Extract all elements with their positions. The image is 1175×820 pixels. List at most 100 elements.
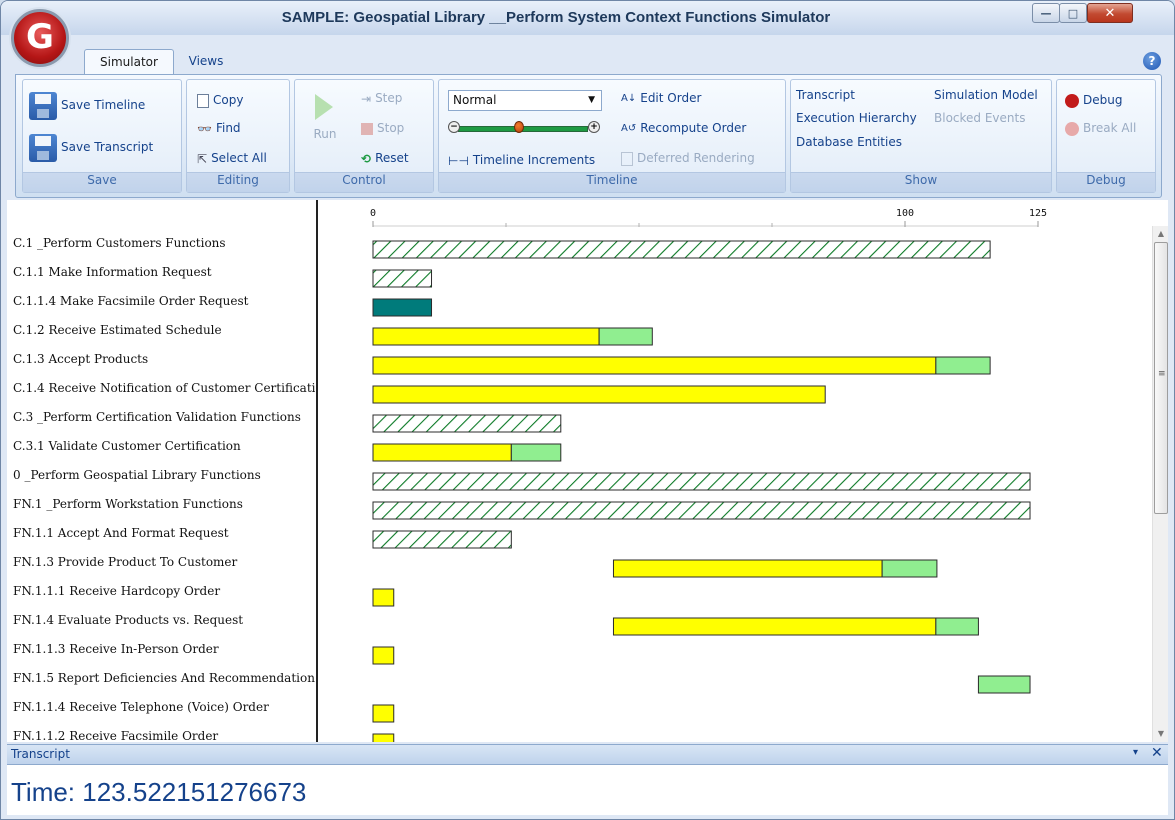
speed-select[interactable]: Normal ▼ [448,90,602,111]
transcript-menu-icon[interactable]: ▾ [1133,747,1138,758]
timeline-row-label[interactable]: FN.1.1.2 Receive Facsimile Order [13,729,315,743]
timeline-bar-active[interactable] [372,356,937,375]
timeline-bar-hatch[interactable] [372,501,1031,520]
show-transcript-link[interactable]: Transcript [796,88,855,102]
timeline-bar-hatch[interactable] [372,414,562,433]
close-button[interactable]: ✕ [1087,3,1133,23]
timeline-bar-wait[interactable] [935,356,991,375]
save-timeline-button[interactable]: Save Timeline [29,90,145,120]
timeline-row-label[interactable]: C.1.1.4 Make Facsimile Order Request [13,294,315,323]
timeline-bar-wait[interactable] [935,617,979,636]
timeline-increments-button[interactable]: ⊢⊣ Timeline Increments [448,150,595,170]
timeline-bar-wait[interactable] [881,559,938,578]
timeline-chart[interactable]: 0 100 125 [318,200,1150,742]
timeline-row-label[interactable]: FN.1 _Perform Workstation Functions [13,497,315,526]
timeline-bar-wait[interactable] [510,443,562,462]
save-transcript-button[interactable]: Save Transcript [29,132,153,162]
timeline-bar-hatch[interactable] [372,240,991,259]
break-all-label: Break All [1083,121,1137,135]
copy-label: Copy [213,93,244,107]
timeline-row-label[interactable]: FN.1.1.3 Receive In-Person Order [13,642,315,671]
timeline-bar-event[interactable] [372,298,433,317]
break-all-button[interactable]: Break All [1065,118,1136,138]
timeline-group: Normal ▼ − + ⊢⊣ Timeline Increments A↓ Edit… [438,79,786,193]
timeline-bar-active[interactable] [372,588,395,607]
select-all-label: Select All [211,151,267,165]
break-all-icon [1065,121,1079,136]
timeline-bar-active[interactable] [372,385,826,404]
maximize-button[interactable]: □ [1059,3,1087,23]
save-disk-icon [29,133,57,162]
deferred-rendering-icon [621,151,633,166]
scrollbar-thumb[interactable]: ≡ [1154,242,1168,514]
show-simulation-model-link[interactable]: Simulation Model [934,88,1038,102]
transcript-title: Transcript [11,747,70,761]
timeline-row-label[interactable]: C.1.3 Accept Products [13,352,315,381]
timeline-row-label[interactable]: C.3 _Perform Certification Validation Fu… [13,410,315,439]
edit-order-button[interactable]: A↓ Edit Order [621,88,701,108]
show-database-entities-link[interactable]: Database Entities [796,135,902,149]
tab-views[interactable]: Views [181,49,231,73]
timeline-row-label[interactable]: C.1 _Perform Customers Functions [13,236,315,265]
reset-button[interactable]: ⟲ Reset [361,148,409,168]
show-execution-hierarchy-link[interactable]: Execution Hierarchy [796,111,917,125]
timeline-bar-active[interactable] [612,559,883,578]
timeline-tick-label: 0 [370,208,376,219]
timeline-bar-hatch[interactable] [372,269,433,288]
timeline-row-label[interactable]: FN.1.1.4 Receive Telephone (Voice) Order [13,700,315,729]
scroll-up-arrow-icon[interactable]: ▲ [1153,226,1168,242]
help-icon[interactable]: ? [1143,52,1161,70]
timeline-bar-active[interactable] [612,617,937,636]
timeline-row-label[interactable]: C.1.2 Receive Estimated Schedule [13,323,315,352]
app-logo-letter: G [26,17,54,57]
scroll-grip-icon: ≡ [1158,369,1166,379]
timeline-row-label[interactable]: C.3.1 Validate Customer Certification [13,439,315,468]
timeline-bar-wait[interactable] [977,675,1031,694]
timeline-bar-active[interactable] [372,327,600,346]
transcript-close-icon[interactable]: ✕ [1151,745,1163,761]
timeline-row-label[interactable]: FN.1.1 Accept And Format Request [13,526,315,555]
scroll-down-arrow-icon[interactable]: ▼ [1153,726,1168,742]
timeline-row-label[interactable]: FN.1.1.1 Receive Hardcopy Order [13,584,315,613]
deferred-rendering-button[interactable]: Deferred Rendering [621,148,755,168]
debug-group: Debug Break All Debug [1056,79,1156,193]
timeline-bar-wait[interactable] [598,327,653,346]
run-button[interactable]: Run [305,94,345,156]
timeline-bar-active[interactable] [372,704,395,723]
debug-group-label: Debug [1057,172,1155,192]
zoom-out-icon[interactable]: − [448,121,460,133]
timeline-row-label[interactable]: 0 _Perform Geospatial Library Functions [13,468,315,497]
tab-simulator[interactable]: Simulator [84,49,174,74]
stop-label: Stop [377,121,405,135]
stop-button[interactable]: Stop [361,118,404,138]
deferred-rendering-label: Deferred Rendering [637,151,755,165]
save-timeline-label: Save Timeline [61,98,146,112]
copy-button[interactable]: Copy [197,90,243,110]
timeline-row-label[interactable]: FN.1.3 Provide Product To Customer [13,555,315,584]
bug-icon [1065,93,1079,108]
show-group: Transcript Simulation Model Execution Hi… [790,79,1052,193]
show-blocked-events-link[interactable]: Blocked Events [934,111,1025,125]
vertical-scrollbar[interactable]: ▲ ≡ ▼ [1152,226,1168,742]
app-logo[interactable]: G [11,9,69,67]
save-transcript-label: Save Transcript [61,140,154,154]
timeline-bar-active[interactable] [372,646,395,665]
timeline-row-label[interactable]: C.1.1 Make Information Request [13,265,315,294]
speed-select-value: Normal [453,93,497,107]
timeline-row-label[interactable]: FN.1.5 Report Deficiencies And Recommend… [13,671,315,700]
step-button[interactable]: ⇥ Step [361,88,402,108]
zoom-in-icon[interactable]: + [588,121,600,133]
minimize-button[interactable]: — [1032,3,1060,23]
timeline-bar-hatch[interactable] [372,530,512,549]
timeline-bar-active[interactable] [372,443,512,462]
timeline-row-label[interactable]: C.1.4 Receive Notification of Customer C… [13,381,315,410]
zoom-slider[interactable]: − + [448,121,600,135]
recompute-order-button[interactable]: A↺ Recompute Order [621,118,746,138]
timeline-bar-hatch[interactable] [372,472,1031,491]
find-button[interactable]: 👓 Find [197,118,241,138]
timeline-bar-active[interactable] [372,733,395,742]
select-all-button[interactable]: ⇱ Select All [197,148,267,168]
debug-button[interactable]: Debug [1065,90,1122,110]
timeline-row-label[interactable]: FN.1.4 Evaluate Products vs. Request [13,613,315,642]
ribbon-tabs: Simulator Views ? [1,35,1174,75]
